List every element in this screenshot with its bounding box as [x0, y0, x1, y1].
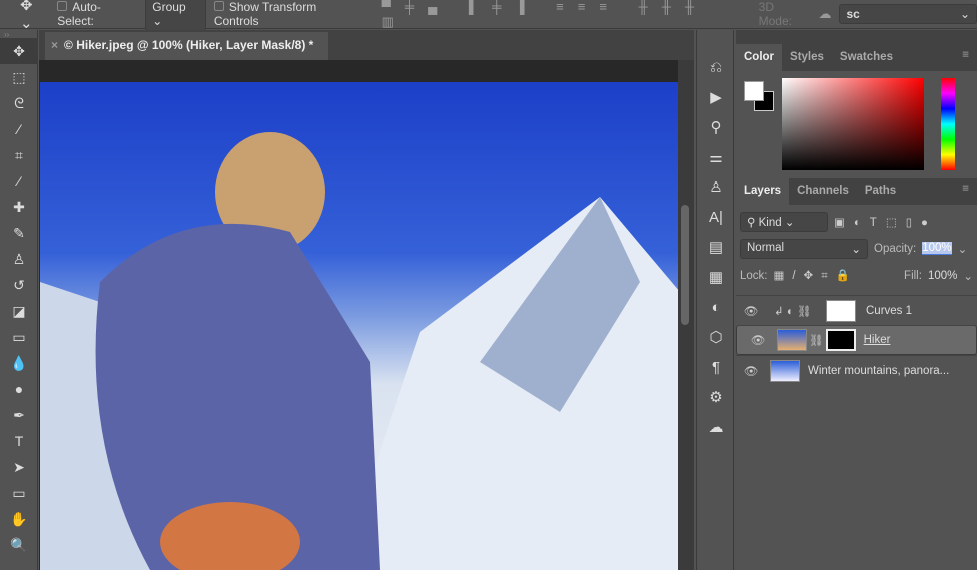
- tab-color[interactable]: Color: [736, 44, 783, 71]
- properties-icon[interactable]: ▦: [697, 262, 735, 292]
- history-brush-icon[interactable]: ↺: [0, 272, 38, 298]
- tab-paths[interactable]: Paths: [857, 178, 904, 205]
- clone-stamp-icon[interactable]: ♙: [0, 246, 38, 272]
- zoom-tool-icon[interactable]: 🔍: [0, 532, 38, 558]
- history-icon[interactable]: ⎌: [697, 52, 735, 82]
- search-value: sc: [846, 7, 860, 21]
- brush-tool-icon[interactable]: ✎: [0, 220, 38, 246]
- layer-name[interactable]: Hiker: [864, 334, 891, 346]
- hiker-thumbnail[interactable]: [777, 329, 807, 351]
- curves-mask-thumbnail[interactable]: [826, 299, 856, 322]
- panel-menu-icon[interactable]: ≡: [954, 44, 977, 71]
- move-tool-icon[interactable]: ✥: [0, 38, 38, 64]
- gradient-tool-icon[interactable]: ▭: [0, 324, 38, 350]
- align-icons[interactable]: ▀╪▄ ▌╪▐ ≡≡≡ ╫╫╫ ▥: [382, 0, 751, 30]
- document-image[interactable]: [40, 82, 678, 570]
- marquee-tool-icon[interactable]: ⬚: [0, 64, 38, 90]
- blur-tool-icon[interactable]: 💧: [0, 350, 38, 376]
- filter-type-icons[interactable]: ▣◐T⬚▯●: [834, 215, 937, 229]
- panel-dock: ⎌ ▶ ⚲ ⚌ ♙ A| ▤ ▦ ◐ ⬡ ¶ ⚙ ☁: [696, 30, 734, 570]
- layers-panel-tabs: Layers Channels Paths ≡: [736, 178, 977, 205]
- layer-mask-thumbnail[interactable]: [825, 329, 856, 351]
- brush-settings-icon[interactable]: ⚌: [697, 142, 735, 172]
- move-tool-icon[interactable]: ✥ ⌄: [20, 0, 49, 32]
- clone-source-icon[interactable]: ♙: [697, 172, 735, 202]
- pen-tool-icon[interactable]: ✒: [0, 402, 38, 428]
- search-field[interactable]: sc ⌄: [839, 4, 977, 24]
- layers-menu-icon[interactable]: ≡: [954, 178, 977, 205]
- path-select-icon[interactable]: ➤: [0, 454, 38, 480]
- blend-mode-dropdown[interactable]: Normal ⌄: [740, 238, 868, 259]
- blend-mode-value: Normal: [747, 241, 785, 254]
- notes-icon[interactable]: ▤: [697, 232, 735, 262]
- adjustments-icon[interactable]: ◐: [697, 292, 735, 322]
- visibility-eye-icon[interactable]: 👁: [743, 333, 773, 347]
- lasso-tool-icon[interactable]: ᘓ: [0, 90, 38, 116]
- layer-row-hiker[interactable]: 👁 ⛓ Hiker: [736, 325, 977, 355]
- layer-row-curves[interactable]: 👁 ↲ ◐ ⛓ Curves 1: [736, 295, 977, 325]
- close-tab-icon[interactable]: ×: [51, 38, 58, 52]
- 3d-orbit-icon[interactable]: ☁: [818, 6, 831, 22]
- color-field[interactable]: [782, 78, 924, 170]
- document-tab[interactable]: × © Hiker.jpeg @ 100% (Hiker, Layer Mask/…: [45, 32, 328, 60]
- options-bar: ✥ ⌄ Auto-Select: Group ⌄ Show Transform …: [0, 0, 977, 32]
- right-panels: Color Styles Swatches ≡ Layers Channels …: [736, 30, 977, 570]
- group-dropdown[interactable]: Group ⌄: [145, 0, 206, 31]
- document-title: © Hiker.jpeg @ 100% (Hiker, Layer Mask/8…: [64, 38, 314, 52]
- libraries-icon[interactable]: ☁: [697, 412, 735, 442]
- layer-row-mountains[interactable]: 👁 Winter mountains, panora...: [736, 355, 977, 385]
- tab-layers[interactable]: Layers: [736, 178, 790, 205]
- 3d-mode-label: 3D Mode:: [758, 0, 792, 28]
- scrollbar-thumb[interactable]: [681, 205, 689, 325]
- color-panel: [736, 71, 977, 178]
- rectangle-tool-icon[interactable]: ▭: [0, 480, 38, 506]
- actions-play-icon[interactable]: ▶: [697, 82, 735, 112]
- clip-adjustment-icons: ↲ ◐ ⛓: [774, 305, 812, 318]
- magic-wand-icon[interactable]: ⁄: [0, 116, 38, 142]
- 3d-icon[interactable]: ⬡: [697, 322, 735, 352]
- visibility-eye-icon[interactable]: 👁: [736, 364, 766, 378]
- lock-label: Lock:: [740, 269, 768, 282]
- fill-label: Fill:: [904, 269, 922, 282]
- opacity-input[interactable]: 100%: [922, 242, 952, 255]
- layer-name[interactable]: Winter mountains, panora...: [808, 365, 949, 377]
- visibility-eye-icon[interactable]: 👁: [736, 304, 766, 318]
- show-transform-label: Show Transform Controls: [213, 0, 317, 28]
- mountains-thumbnail[interactable]: [770, 359, 800, 382]
- lock-icons[interactable]: ▦/✥⌗🔒: [774, 268, 859, 283]
- crop-tool-icon[interactable]: ⌗: [0, 142, 38, 168]
- opacity-label: Opacity:: [874, 242, 917, 255]
- fill-input[interactable]: 100%: [928, 270, 957, 282]
- group-value: Group: [152, 0, 186, 14]
- tab-channels[interactable]: Channels: [789, 178, 857, 205]
- eyedropper-icon[interactable]: ⁄: [0, 168, 38, 194]
- auto-select-checkbox[interactable]: Auto-Select:: [57, 0, 137, 28]
- kind-value: Kind: [758, 216, 782, 229]
- kind-filter-dropdown[interactable]: ⚲ Kind ⌄: [740, 211, 828, 232]
- tools-panel: ›› ✥ ⬚ ᘓ ⁄ ⌗ ⁄ ✚ ✎ ♙ ↺ ◪ ▭ 💧 ● ✒ T ➤ ▭ ✋…: [0, 30, 38, 570]
- hand-tool-icon[interactable]: ✋: [0, 506, 38, 532]
- type-tool-icon[interactable]: T: [0, 428, 38, 454]
- show-transform-checkbox[interactable]: Show Transform Controls: [213, 0, 364, 28]
- layer-name[interactable]: Curves 1: [866, 305, 912, 317]
- character-icon[interactable]: A|: [697, 202, 735, 232]
- eraser-icon[interactable]: ◪: [0, 298, 38, 324]
- collapse-icon[interactable]: ››: [0, 30, 37, 39]
- foreground-color-swatch[interactable]: [744, 81, 764, 101]
- paragraph-icon[interactable]: ¶: [697, 352, 735, 382]
- hue-slider[interactable]: [941, 78, 955, 170]
- tab-styles[interactable]: Styles: [782, 44, 832, 71]
- dodge-tool-icon[interactable]: ●: [0, 376, 38, 402]
- color-panel-tabs: Color Styles Swatches ≡: [736, 44, 977, 71]
- healing-brush-icon[interactable]: ✚: [0, 194, 38, 220]
- link-icon[interactable]: ⛓: [807, 333, 826, 347]
- tab-swatches[interactable]: Swatches: [832, 44, 901, 71]
- brush-presets-icon[interactable]: ⚲: [697, 112, 735, 142]
- image-content: [40, 132, 678, 570]
- plugin-icon[interactable]: ⚙: [697, 382, 735, 412]
